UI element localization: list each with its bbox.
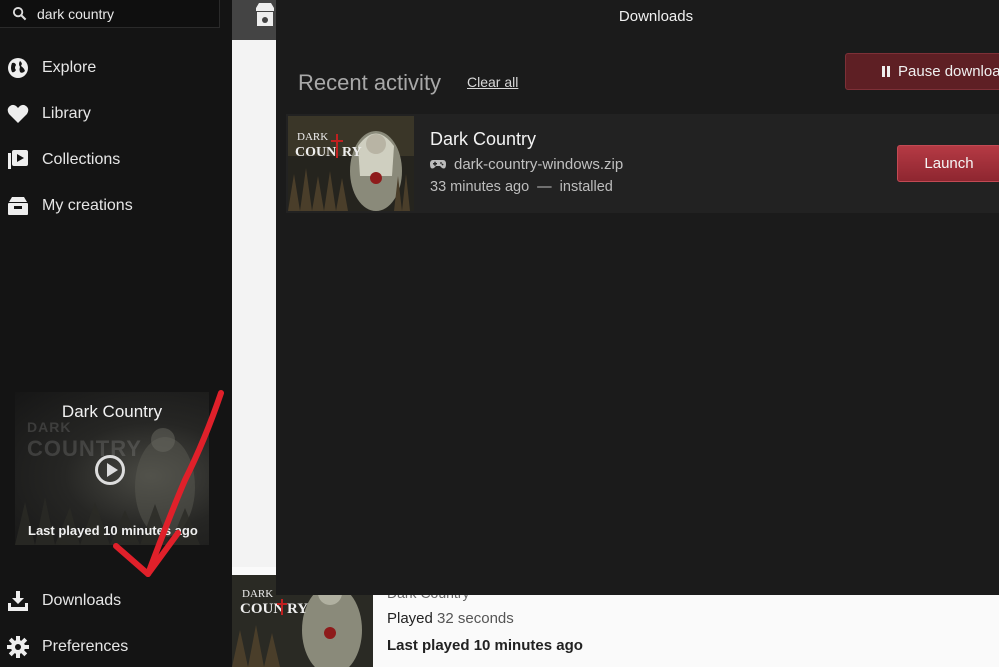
nav-collections-label: Collections xyxy=(42,151,121,168)
svg-text:COUN: COUN xyxy=(295,145,336,160)
nav-library[interactable]: Library xyxy=(0,94,232,134)
gamepad-icon xyxy=(430,160,446,169)
svg-text:RY: RY xyxy=(342,145,362,160)
svg-text:RY: RY xyxy=(287,601,308,617)
sidebar: Explore Library Collections My creations… xyxy=(0,0,232,667)
downloads-panel: Downloads Recent activity Clear all Paus… xyxy=(276,0,999,595)
svg-text:DARK: DARK xyxy=(242,588,273,600)
played-time: Played 32 seconds xyxy=(387,610,514,627)
download-file: dark-country-windows.zip xyxy=(430,156,623,173)
pause-downloads-button[interactable]: Pause downloads xyxy=(845,53,999,90)
last-played: Last played 10 minutes ago xyxy=(387,637,583,654)
download-filename: dark-country-windows.zip xyxy=(454,156,624,173)
download-status: 33 minutes ago — installed xyxy=(430,179,613,195)
search-icon xyxy=(12,6,27,21)
heart-icon xyxy=(6,102,30,126)
nav-my-creations-label: My creations xyxy=(42,197,133,214)
nav-downloads[interactable]: Downloads xyxy=(0,581,232,621)
play-icon[interactable] xyxy=(95,455,125,485)
clear-all-link[interactable]: Clear all xyxy=(467,74,518,90)
nav-preferences-label: Preferences xyxy=(42,638,129,655)
nav-downloads-label: Downloads xyxy=(42,592,122,609)
search-input[interactable] xyxy=(35,4,209,23)
nav-my-creations[interactable]: My creations xyxy=(0,186,232,226)
featured-art-text: DARK COUNTRY xyxy=(27,419,142,461)
nav-explore-label: Explore xyxy=(42,59,97,76)
collections-icon xyxy=(6,148,30,172)
main-content-strip xyxy=(232,40,276,567)
box-icon xyxy=(6,194,30,218)
nav-preferences[interactable]: Preferences xyxy=(0,627,232,667)
pause-icon xyxy=(882,66,890,77)
nav-library-label: Library xyxy=(42,105,91,122)
download-item[interactable]: DARK COUN RY Dark Country dark-country-w… xyxy=(286,114,999,213)
download-title: Dark Country xyxy=(430,129,537,149)
globe-icon xyxy=(6,56,30,80)
featured-last-played: Last played 10 minutes ago xyxy=(28,523,198,538)
pause-downloads-label: Pause downloads xyxy=(898,63,999,80)
launch-button[interactable]: Launch xyxy=(897,145,999,182)
download-icon xyxy=(6,589,30,613)
featured-game-card[interactable]: DARK COUNTRY Dark Country Last played 10… xyxy=(15,392,209,545)
itch-logo-icon[interactable] xyxy=(254,2,276,32)
download-thumbnail: DARK COUN RY xyxy=(288,116,414,211)
panel-title: Downloads xyxy=(618,8,694,25)
nav-collections[interactable]: Collections xyxy=(0,140,232,180)
svg-text:DARK: DARK xyxy=(297,131,328,143)
gear-icon xyxy=(6,635,30,659)
nav-explore[interactable]: Explore xyxy=(0,48,232,88)
search-bar[interactable] xyxy=(0,0,220,28)
recent-activity-heading: Recent activity xyxy=(298,70,442,95)
featured-title: Dark Country xyxy=(61,402,163,421)
